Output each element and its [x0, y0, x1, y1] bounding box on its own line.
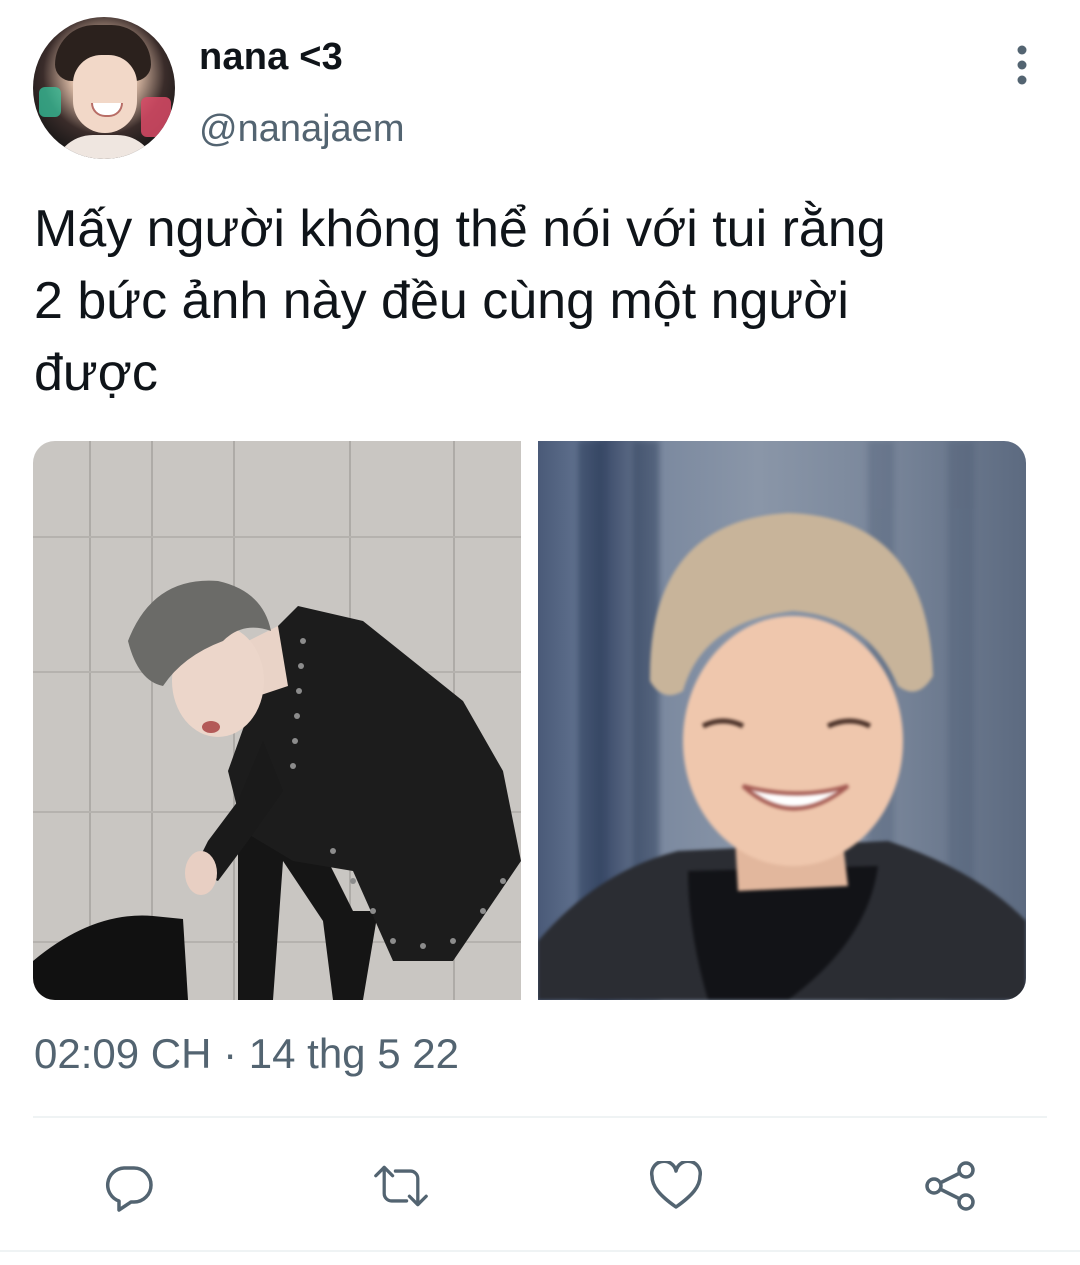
display-name[interactable]: nana <3 [199, 36, 343, 79]
share-icon [925, 1161, 975, 1211]
avatar[interactable] [33, 17, 175, 159]
divider [33, 1116, 1047, 1118]
like-button[interactable] [648, 1158, 704, 1214]
heart-icon [650, 1161, 702, 1209]
reply-icon [105, 1166, 153, 1212]
more-options-button[interactable] [1004, 42, 1040, 88]
avatar-face [73, 55, 137, 133]
photo-2-figure [538, 513, 1026, 1000]
avatar-background-light [141, 97, 171, 137]
tweet-text: Mấy người không thể nói với tui rằng 2 b… [34, 200, 886, 402]
retweet-icon [374, 1165, 428, 1207]
retweet-button[interactable] [373, 1158, 429, 1214]
more-vertical-icon [1017, 45, 1027, 85]
photo-1[interactable] [33, 441, 521, 1000]
avatar-shirt [53, 135, 157, 159]
photo-2[interactable] [538, 441, 1026, 1000]
divider [0, 1250, 1080, 1252]
reply-button[interactable] [101, 1158, 157, 1214]
media-grid [33, 441, 1026, 1000]
user-handle[interactable]: @nanajaem [199, 108, 404, 151]
tweet: nana <3 @nanajaem Mấy người không thể nó… [0, 0, 1080, 1265]
share-button[interactable] [922, 1158, 978, 1214]
avatar-background-light [39, 87, 61, 117]
tweet-timestamp[interactable]: 02:09 CH · 14 thg 5 22 [34, 1030, 459, 1078]
photo-1-figure [33, 580, 521, 1000]
